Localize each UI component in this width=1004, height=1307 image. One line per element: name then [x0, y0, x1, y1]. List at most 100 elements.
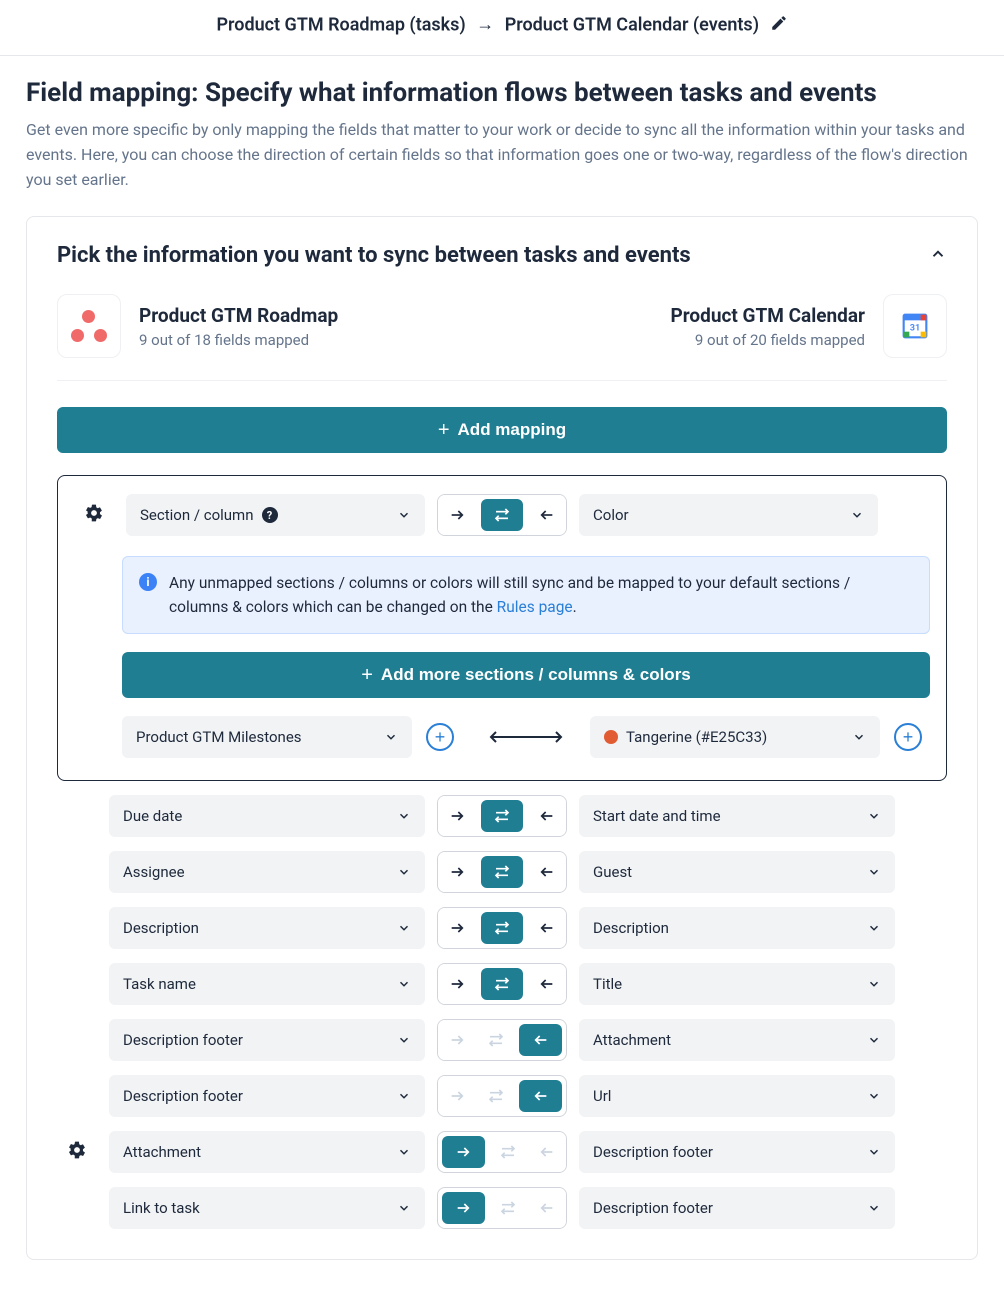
- direction-both-button[interactable]: [489, 1188, 528, 1228]
- direction-right-button[interactable]: [442, 1136, 485, 1168]
- direction-toggle[interactable]: [437, 1131, 567, 1173]
- direction-both-button[interactable]: [477, 1076, 516, 1116]
- direction-both-button[interactable]: [481, 912, 524, 944]
- direction-left-button[interactable]: [527, 964, 566, 1004]
- field-right-select[interactable]: Url: [579, 1075, 895, 1117]
- color-dot: [604, 730, 618, 744]
- direction-both-button[interactable]: [477, 1020, 516, 1060]
- direction-both-button[interactable]: [481, 856, 524, 888]
- field-right-select[interactable]: Attachment: [579, 1019, 895, 1061]
- direction-left-button[interactable]: [527, 852, 566, 892]
- direction-both-button[interactable]: [481, 800, 524, 832]
- field-left-label: Assignee: [123, 863, 185, 881]
- field-left-select[interactable]: Attachment: [109, 1131, 425, 1173]
- chevron-down-icon: [867, 865, 881, 879]
- mapping-row: Task name Title: [57, 963, 947, 1005]
- direction-right-button[interactable]: [438, 908, 477, 948]
- field-left-select[interactable]: Description footer: [109, 1075, 425, 1117]
- field-right-select[interactable]: Description footer: [579, 1131, 895, 1173]
- direction-toggle[interactable]: [437, 1075, 567, 1117]
- field-right-label: Description footer: [593, 1143, 713, 1161]
- field-left-select[interactable]: Due date: [109, 795, 425, 837]
- divider: [57, 380, 947, 381]
- add-more-label: Add more sections / columns & colors: [381, 665, 691, 685]
- chevron-down-icon: [397, 921, 411, 935]
- direction-right-button[interactable]: [438, 1076, 477, 1116]
- section-left-label: Section / column: [140, 506, 254, 524]
- direction-right-button[interactable]: [438, 495, 477, 535]
- help-icon[interactable]: ?: [262, 507, 278, 523]
- field-right-label: Start date and time: [593, 807, 721, 825]
- gear-icon[interactable]: [84, 503, 104, 527]
- sub-left-select[interactable]: Product GTM Milestones: [122, 716, 412, 758]
- direction-left-button[interactable]: [519, 1080, 562, 1112]
- field-right-select[interactable]: Description: [579, 907, 895, 949]
- source-left-sub: 9 out of 18 fields mapped: [139, 331, 338, 349]
- mapping-row: Description Description: [57, 907, 947, 949]
- mapping-row: Assignee Guest: [57, 851, 947, 893]
- chevron-down-icon: [397, 809, 411, 823]
- direction-right-button[interactable]: [438, 1020, 477, 1060]
- direction-right-button[interactable]: [438, 796, 477, 836]
- direction-both-button[interactable]: [481, 968, 524, 1000]
- field-right-select[interactable]: Guest: [579, 851, 895, 893]
- direction-toggle[interactable]: [437, 1187, 567, 1229]
- bidirectional-arrow-icon: [476, 729, 576, 745]
- rules-page-link[interactable]: Rules page: [497, 598, 573, 616]
- direction-both-button[interactable]: [481, 499, 524, 531]
- field-left-label: Task name: [123, 975, 196, 993]
- field-left-select[interactable]: Description footer: [109, 1019, 425, 1061]
- page-description: Get even more specific by only mapping t…: [26, 118, 978, 192]
- direction-right-button[interactable]: [438, 852, 477, 892]
- add-sub-right-button[interactable]: +: [894, 723, 922, 751]
- field-left-select[interactable]: Task name: [109, 963, 425, 1005]
- section-left-select[interactable]: Section / column ?: [126, 494, 425, 536]
- direction-toggle[interactable]: [437, 851, 567, 893]
- info-banner: i Any unmapped sections / columns or col…: [122, 556, 930, 634]
- direction-toggle[interactable]: [437, 963, 567, 1005]
- field-right-label: Description: [593, 919, 669, 937]
- gear-icon[interactable]: [67, 1140, 87, 1164]
- sub-right-label: Tangerine (#E25C33): [626, 728, 767, 746]
- breadcrumb-arrow-icon: →: [470, 14, 500, 35]
- field-left-label: Due date: [123, 807, 182, 825]
- direction-both-button[interactable]: [489, 1132, 528, 1172]
- direction-left-button[interactable]: [527, 796, 566, 836]
- direction-left-button[interactable]: [519, 1024, 562, 1056]
- field-left-select[interactable]: Description: [109, 907, 425, 949]
- direction-toggle[interactable]: [437, 907, 567, 949]
- field-right-select[interactable]: Title: [579, 963, 895, 1005]
- source-right-name: Product GTM Calendar: [671, 304, 865, 327]
- direction-left-button[interactable]: [527, 908, 566, 948]
- direction-left-button[interactable]: [527, 1188, 566, 1228]
- field-right-select[interactable]: Start date and time: [579, 795, 895, 837]
- collapse-icon[interactable]: [929, 245, 947, 267]
- chevron-down-icon: [867, 921, 881, 935]
- direction-right-button[interactable]: [442, 1192, 485, 1224]
- chevron-down-icon: [397, 865, 411, 879]
- edit-icon[interactable]: [770, 14, 788, 37]
- section-mapping-box: Section / column ? Color i: [57, 475, 947, 781]
- field-right-select[interactable]: Description footer: [579, 1187, 895, 1229]
- source-right: 31 Product GTM Calendar 9 out of 20 fiel…: [671, 294, 947, 358]
- field-left-select[interactable]: Assignee: [109, 851, 425, 893]
- field-left-select[interactable]: Link to task: [109, 1187, 425, 1229]
- card-title: Pick the information you want to sync be…: [57, 243, 691, 268]
- add-sub-left-button[interactable]: +: [426, 723, 454, 751]
- add-mapping-button[interactable]: + Add mapping: [57, 407, 947, 453]
- mapping-row: Attachment Description footer: [57, 1131, 947, 1173]
- field-right-label: Guest: [593, 863, 632, 881]
- direction-toggle[interactable]: [437, 494, 567, 536]
- info-icon: i: [139, 573, 157, 591]
- direction-right-button[interactable]: [438, 964, 477, 1004]
- direction-left-button[interactable]: [527, 1132, 566, 1172]
- direction-left-button[interactable]: [527, 495, 566, 535]
- add-more-sections-button[interactable]: + Add more sections / columns & colors: [122, 652, 930, 698]
- mapping-row: Description footer Url: [57, 1075, 947, 1117]
- chevron-down-icon: [397, 977, 411, 991]
- sub-right-select[interactable]: Tangerine (#E25C33): [590, 716, 880, 758]
- direction-toggle[interactable]: [437, 1019, 567, 1061]
- section-right-select[interactable]: Color: [579, 494, 878, 536]
- direction-toggle[interactable]: [437, 795, 567, 837]
- field-left-label: Attachment: [123, 1143, 201, 1161]
